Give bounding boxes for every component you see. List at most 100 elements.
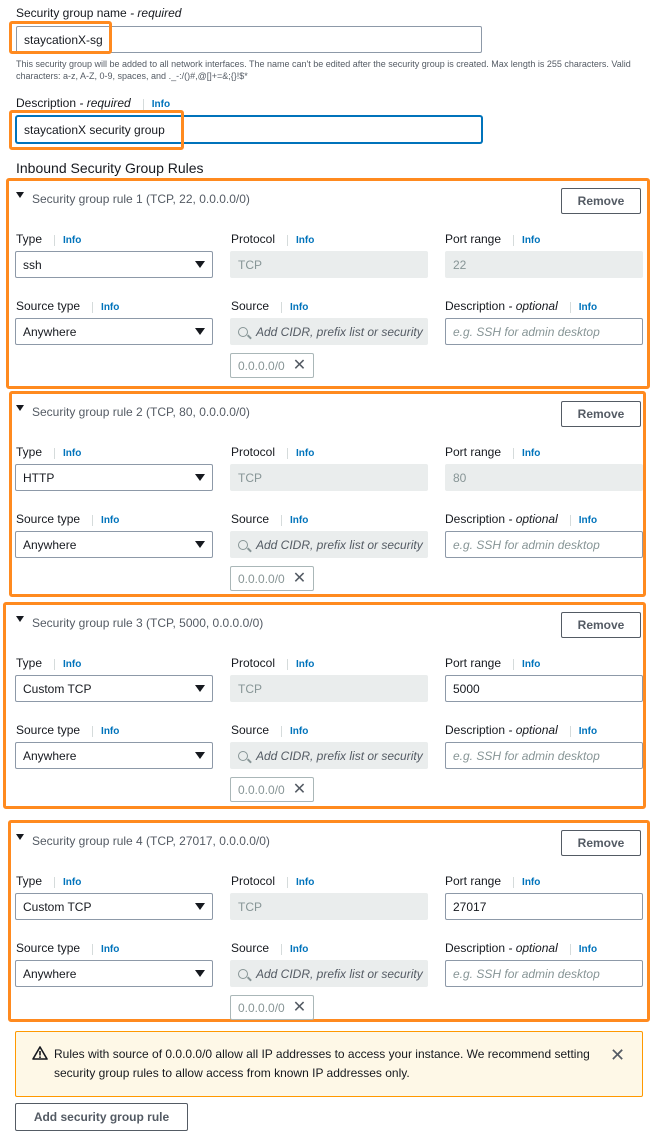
info-link[interactable]: Info	[281, 726, 309, 737]
port-range-label: Port range Info	[445, 874, 541, 888]
desc-info-link[interactable]: Info	[142, 99, 171, 110]
description-placeholder: e.g. SSH for admin desktop	[453, 537, 600, 552]
optional-tag: - optional	[505, 723, 558, 737]
rule-2-header[interactable]: Security group rule 2 (TCP, 80, 0.0.0.0/…	[16, 405, 250, 419]
desc-input[interactable]: staycationX security group	[16, 116, 482, 143]
description-placeholder: e.g. SSH for admin desktop	[453, 748, 600, 763]
rule-4-header[interactable]: Security group rule 4 (TCP, 27017, 0.0.0…	[16, 834, 270, 848]
close-icon[interactable]: ✕	[293, 999, 306, 1016]
info-link[interactable]: Info	[54, 877, 82, 888]
cidr-token: 0.0.0.0/0 ✕	[230, 566, 314, 591]
caret-down-icon	[195, 328, 205, 335]
info-link[interactable]: Info	[569, 515, 598, 526]
description-label: Description - optional Info	[445, 512, 598, 526]
info-link[interactable]: Info	[281, 515, 309, 526]
info-link[interactable]: Info	[281, 944, 309, 955]
type-value: Custom TCP	[23, 899, 92, 914]
sg-name-label-text: Security group name	[16, 6, 127, 20]
search-icon	[238, 750, 248, 761]
rule-description-input[interactable]: e.g. SSH for admin desktop	[445, 531, 643, 558]
token-value: 0.0.0.0/0	[238, 782, 285, 797]
type-select[interactable]: Custom TCP	[15, 893, 213, 920]
source-placeholder: Add CIDR, prefix list or security	[256, 324, 423, 339]
source-input[interactable]: Add CIDR, prefix list or security	[230, 960, 428, 987]
close-icon[interactable]: ✕	[293, 781, 306, 798]
rule-description-input[interactable]: e.g. SSH for admin desktop	[445, 742, 643, 769]
rule-title: Security group rule 1 (TCP, 22, 0.0.0.0/…	[32, 192, 250, 206]
type-select[interactable]: Custom TCP	[15, 675, 213, 702]
source-type-label: Source type Info	[16, 723, 120, 737]
info-link[interactable]: Info	[287, 877, 315, 888]
source-type-select[interactable]: Anywhere	[15, 531, 213, 558]
info-link[interactable]: Info	[513, 877, 541, 888]
source-type-label: Source type Info	[16, 299, 120, 313]
remove-rule-1-button[interactable]: Remove	[561, 188, 641, 214]
port-value: 27017	[453, 899, 487, 914]
add-rule-button[interactable]: Add security group rule	[15, 1103, 188, 1131]
expand-triangle-icon[interactable]	[16, 616, 24, 622]
info-link[interactable]: Info	[54, 235, 82, 246]
desc-label: Description - required Info	[16, 96, 171, 110]
rule-description-input[interactable]: e.g. SSH for admin desktop	[445, 960, 643, 987]
sg-name-value: staycationX-sg	[24, 32, 103, 47]
type-select[interactable]: ssh	[15, 251, 213, 278]
description-placeholder: e.g. SSH for admin desktop	[453, 966, 600, 981]
expand-triangle-icon[interactable]	[16, 834, 24, 840]
info-link[interactable]: Info	[569, 726, 598, 737]
sg-name-input[interactable]: staycationX-sg	[16, 26, 482, 53]
rule-1-header[interactable]: Security group rule 1 (TCP, 22, 0.0.0.0/…	[16, 192, 250, 206]
info-link[interactable]: Info	[513, 448, 541, 459]
info-link[interactable]: Info	[92, 515, 120, 526]
description-label-text: Description	[445, 299, 506, 313]
info-link[interactable]: Info	[92, 302, 120, 313]
port-value: 22	[453, 257, 467, 272]
info-link[interactable]: Info	[54, 659, 82, 670]
optional-tag: - optional	[505, 941, 558, 955]
source-type-value: Anywhere	[23, 324, 77, 339]
source-label: Source Info	[231, 299, 309, 313]
port-range-label-text: Port range	[445, 874, 502, 888]
info-link[interactable]: Info	[513, 235, 541, 246]
rule-3-header[interactable]: Security group rule 3 (TCP, 5000, 0.0.0.…	[16, 616, 263, 630]
info-link[interactable]: Info	[54, 448, 82, 459]
remove-rule-4-button[interactable]: Remove	[561, 830, 641, 856]
desc-value: staycationX security group	[24, 122, 165, 137]
source-placeholder: Add CIDR, prefix list or security	[256, 537, 423, 552]
protocol-label: Protocol Info	[231, 656, 315, 670]
info-link[interactable]: Info	[92, 726, 120, 737]
source-input[interactable]: Add CIDR, prefix list or security	[230, 531, 428, 558]
source-input[interactable]: Add CIDR, prefix list or security	[230, 742, 428, 769]
source-label-text: Source	[231, 723, 270, 737]
close-icon[interactable]: ✕	[293, 570, 306, 587]
protocol-value: TCP	[238, 899, 262, 914]
protocol-label-text: Protocol	[231, 445, 276, 459]
source-type-select[interactable]: Anywhere	[15, 318, 213, 345]
info-link[interactable]: Info	[287, 659, 315, 670]
port-range-input[interactable]: 5000	[445, 675, 643, 702]
source-type-select[interactable]: Anywhere	[15, 742, 213, 769]
caret-down-icon	[195, 970, 205, 977]
info-link[interactable]: Info	[92, 944, 120, 955]
add-rule-label: Add security group rule	[33, 1110, 170, 1124]
port-range-input[interactable]: 27017	[445, 893, 643, 920]
source-type-select[interactable]: Anywhere	[15, 960, 213, 987]
info-link[interactable]: Info	[287, 235, 315, 246]
info-link[interactable]: Info	[287, 448, 315, 459]
remove-rule-3-button[interactable]: Remove	[561, 612, 641, 638]
source-label: Source Info	[231, 941, 309, 955]
port-range-label-text: Port range	[445, 232, 502, 246]
remove-label: Remove	[577, 407, 625, 421]
expand-triangle-icon[interactable]	[16, 405, 24, 411]
remove-rule-2-button[interactable]: Remove	[561, 401, 641, 427]
info-link[interactable]: Info	[281, 302, 309, 313]
type-select[interactable]: HTTP	[15, 464, 213, 491]
type-label: Type Info	[16, 874, 82, 888]
expand-triangle-icon[interactable]	[16, 192, 24, 198]
info-link[interactable]: Info	[569, 944, 598, 955]
source-input[interactable]: Add CIDR, prefix list or security	[230, 318, 428, 345]
close-icon[interactable]: ✕	[293, 357, 306, 374]
close-icon[interactable]: ✕	[610, 1046, 625, 1064]
info-link[interactable]: Info	[569, 302, 598, 313]
info-link[interactable]: Info	[513, 659, 541, 670]
rule-description-input[interactable]: e.g. SSH for admin desktop	[445, 318, 643, 345]
